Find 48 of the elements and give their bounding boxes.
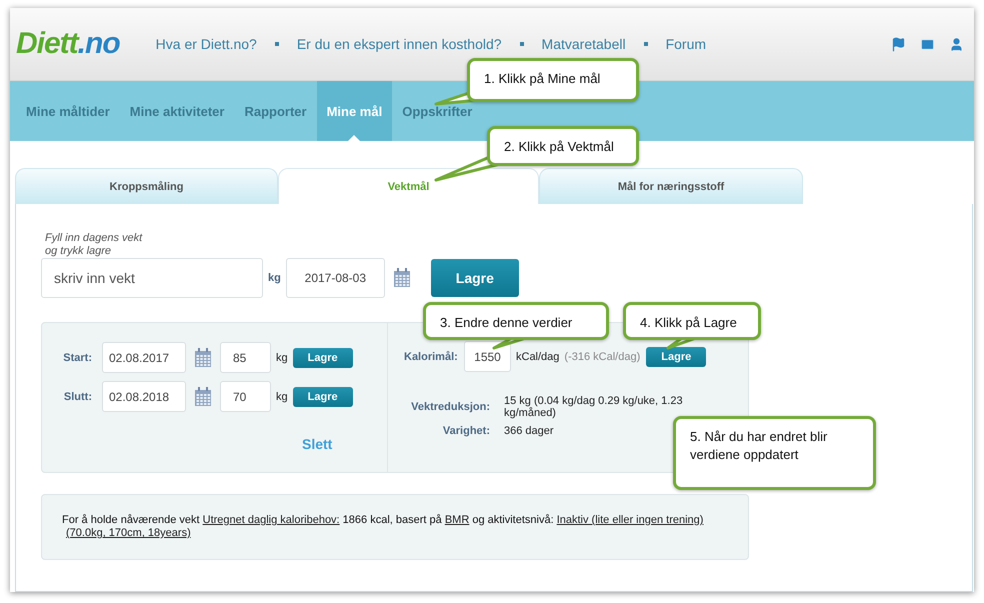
top-nav-link[interactable]: Er du en ekspert innen kosthold? <box>296 36 502 52</box>
nav-tab[interactable]: Rapporter <box>234 81 317 141</box>
weight-input[interactable]: 85 <box>220 342 271 373</box>
nav-tab[interactable]: Mine aktiviteter <box>120 81 234 141</box>
unit-label: kg <box>276 352 288 364</box>
info-link[interactable]: (70.0kg, 170cm, 18years) <box>66 527 191 540</box>
date-input[interactable]: 02.08.2017 <box>102 342 186 373</box>
save-button[interactable]: Lagre <box>430 259 519 297</box>
user-icon[interactable] <box>949 36 964 52</box>
weight-input[interactable]: 70 <box>220 381 271 412</box>
info-link[interactable]: Utregnet daglig kaloribehov: <box>202 514 340 527</box>
calorie-label: Kalorimål: <box>404 350 459 362</box>
save-button[interactable]: Lagre <box>646 346 706 366</box>
top-nav-link[interactable]: Matvaretabell <box>542 36 626 52</box>
unit-label: kg <box>276 390 288 402</box>
nav-tab[interactable]: Mine mål <box>316 81 392 141</box>
unit-label: kCal/dag <box>516 350 560 362</box>
stat-value: 15 kg (0.04 kg/dag 0.29 kg/uke, 1.23 kg/måned) <box>504 395 684 419</box>
calendar-icon[interactable] <box>194 348 212 368</box>
hint-text: Fyll inn dagens vekt og trykk lagre <box>45 232 144 258</box>
goal-label: Start: <box>62 352 92 364</box>
goal-label: Slutt: <box>62 390 92 402</box>
tab[interactable]: Kroppsmåling <box>15 168 278 204</box>
calendar-icon[interactable] <box>392 268 411 288</box>
unit-label: kg <box>268 272 281 284</box>
info-text: For å holde nåværende vekt Utregnet daglig kaloribehov: 1866 kcal, basert på BMR og aktivitetsnivå: Inaktiv (lite eller ingen trening) (70.0kg, 170cm, 18years) <box>62 514 704 540</box>
date-input[interactable]: 2017-08-03 <box>286 258 385 298</box>
date-input[interactable]: 02.08.2018 <box>102 381 186 412</box>
callout: 5. Når du har endret blir verdiene oppdatert <box>673 416 876 490</box>
info-link[interactable]: BMR <box>444 514 470 527</box>
weight-input[interactable]: skriv inn vekt <box>41 258 263 298</box>
calorie-difference: (-316 kCal/dag) <box>564 350 640 362</box>
stat-label: Varighet: <box>442 425 490 437</box>
callout: 2. Klikk på Vektmål <box>487 126 639 166</box>
stat-value: 366 dager <box>504 425 554 437</box>
top-nav-link[interactable]: Hva er Diett.no? <box>156 36 257 52</box>
info-link[interactable]: Inaktiv (lite eller ingen trening) <box>556 514 704 527</box>
nav-tab[interactable]: Mine måltider <box>16 81 120 141</box>
logo[interactable]: Diett.no <box>16 27 120 61</box>
tab[interactable]: Mål for næringsstoff <box>539 168 803 204</box>
callout: 1. Klikk på Mine mål <box>467 58 639 102</box>
calendar-icon[interactable] <box>194 386 212 406</box>
flag-icon[interactable] <box>891 36 906 52</box>
stat-label: Vektreduksjon: <box>410 401 490 413</box>
top-nav-link[interactable]: Forum <box>666 36 706 52</box>
delete-link[interactable]: Slett <box>302 436 387 452</box>
save-button[interactable]: Lagre <box>292 348 353 368</box>
save-button[interactable]: Lagre <box>292 386 353 406</box>
